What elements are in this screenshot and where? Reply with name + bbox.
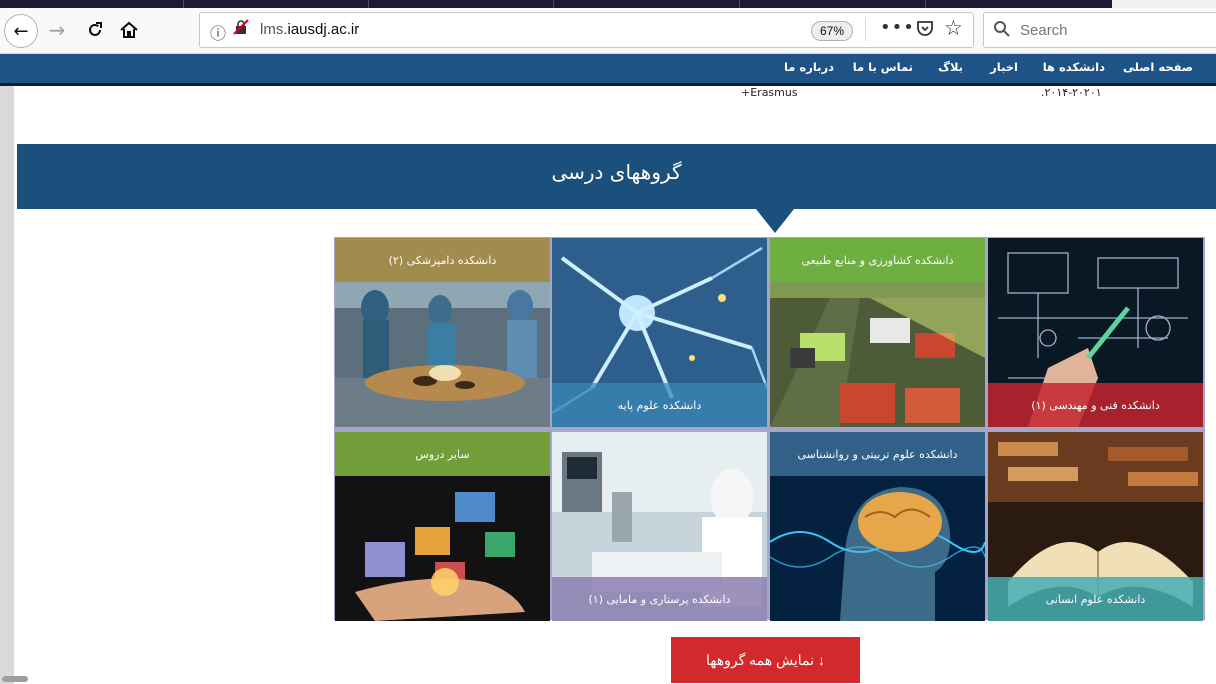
tab-separator xyxy=(925,0,926,8)
section-pointer xyxy=(756,209,794,233)
url-domain: iausdj.ac.ir xyxy=(287,21,360,38)
nav-item-contact[interactable]: تماس با ما xyxy=(853,60,913,74)
more-icon[interactable]: ••• xyxy=(880,17,915,38)
group-label-other-courses: سایر دروس xyxy=(335,432,550,476)
group-tile-basic-sciences[interactable]: دانشکده علوم پایه xyxy=(552,238,767,427)
previous-section-text: +Erasmus xyxy=(741,86,798,99)
nav-item-faculties[interactable]: دانشکده ها xyxy=(1043,60,1105,74)
group-label-agriculture: دانشکده کشاورزی و منابع طبیعی xyxy=(770,238,985,282)
group-label-humanities: دانشکده علوم انسانی xyxy=(988,577,1203,621)
group-label-nursing: دانشکده پرستاری و مامایی (۱) xyxy=(552,577,767,621)
previous-section-date: .۲۰۱۴-۲۰۲۰۱ xyxy=(1041,86,1102,99)
insecure-lock-icon[interactable] xyxy=(233,19,249,35)
tab-strip-dark xyxy=(0,0,1112,8)
nav-item-about[interactable]: درباره ما xyxy=(784,60,834,74)
tab-separator xyxy=(368,0,369,8)
zoom-indicator[interactable]: 67% xyxy=(811,21,854,41)
urlbar-divider xyxy=(865,17,866,41)
group-tile-engineering[interactable]: دانشکده فنی و مهندسی (۱) xyxy=(988,238,1203,427)
groups-grid: دانشکده دامپزشکی (۲) دانشکده علوم پایه د… xyxy=(334,237,1205,621)
scroll-thumb[interactable] xyxy=(2,676,28,682)
section-title: گروههای درسی xyxy=(551,160,682,184)
group-label-basic-sciences: دانشکده علوم پایه xyxy=(552,383,767,427)
left-scroll-strip xyxy=(0,86,28,684)
tab-separator xyxy=(183,0,184,8)
group-label-engineering: دانشکده فنی و مهندسی (۱) xyxy=(988,383,1203,427)
browser-toolbar: ← → ⓘ lms.iausdj.ac.ir 67% ••• ☆ xyxy=(0,8,1216,54)
tab-separator xyxy=(553,0,554,8)
home-icon[interactable] xyxy=(114,15,144,45)
show-all-groups-label: نمایش همه گروهها xyxy=(705,651,814,668)
tab-strip xyxy=(0,0,1216,8)
url-bar[interactable]: ⓘ lms.iausdj.ac.ir 67% ••• ☆ xyxy=(199,12,974,48)
pocket-icon[interactable] xyxy=(916,19,934,37)
arrow-down-icon: ↓ xyxy=(818,652,825,668)
url-text[interactable]: lms.iausdj.ac.ir xyxy=(260,21,359,38)
nav-item-news[interactable]: اخبار xyxy=(990,60,1018,74)
forward-arrow-icon[interactable]: → xyxy=(42,15,72,45)
url-prefix: lms. xyxy=(260,21,288,38)
reload-icon[interactable] xyxy=(80,15,110,45)
group-tile-nursing[interactable]: دانشکده پرستاری و مامایی (۱) xyxy=(552,432,767,621)
group-tile-education-psychology[interactable]: دانشکده علوم تربیتی و روانشناسی xyxy=(770,432,985,621)
group-tile-veterinary[interactable]: دانشکده دامپزشکی (۲) xyxy=(335,238,550,427)
group-tile-other-courses[interactable]: سایر دروس xyxy=(335,432,550,621)
site-nav: صفحه اصلی دانشکده ها اخبار بلاگ تماس با … xyxy=(0,54,1216,86)
group-label-education-psychology: دانشکده علوم تربیتی و روانشناسی xyxy=(770,432,985,476)
group-tile-agriculture[interactable]: دانشکده کشاورزی و منابع طبیعی xyxy=(770,238,985,427)
show-all-groups-button[interactable]: نمایش همه گروهها ↓ xyxy=(671,637,860,683)
star-icon[interactable]: ☆ xyxy=(944,16,963,40)
search-bar[interactable] xyxy=(983,12,1216,48)
tab-separator xyxy=(739,0,740,8)
search-input[interactable] xyxy=(1018,13,1212,47)
nav-item-blog[interactable]: بلاگ xyxy=(938,60,963,74)
group-tile-humanities[interactable]: دانشکده علوم انسانی xyxy=(988,432,1203,621)
back-arrow-icon[interactable]: ← xyxy=(4,14,38,48)
group-label-veterinary: دانشکده دامپزشکی (۲) xyxy=(335,238,550,282)
info-icon[interactable]: ⓘ xyxy=(210,20,226,44)
search-icon xyxy=(994,21,1010,37)
nav-item-home[interactable]: صفحه اصلی xyxy=(1123,60,1193,74)
